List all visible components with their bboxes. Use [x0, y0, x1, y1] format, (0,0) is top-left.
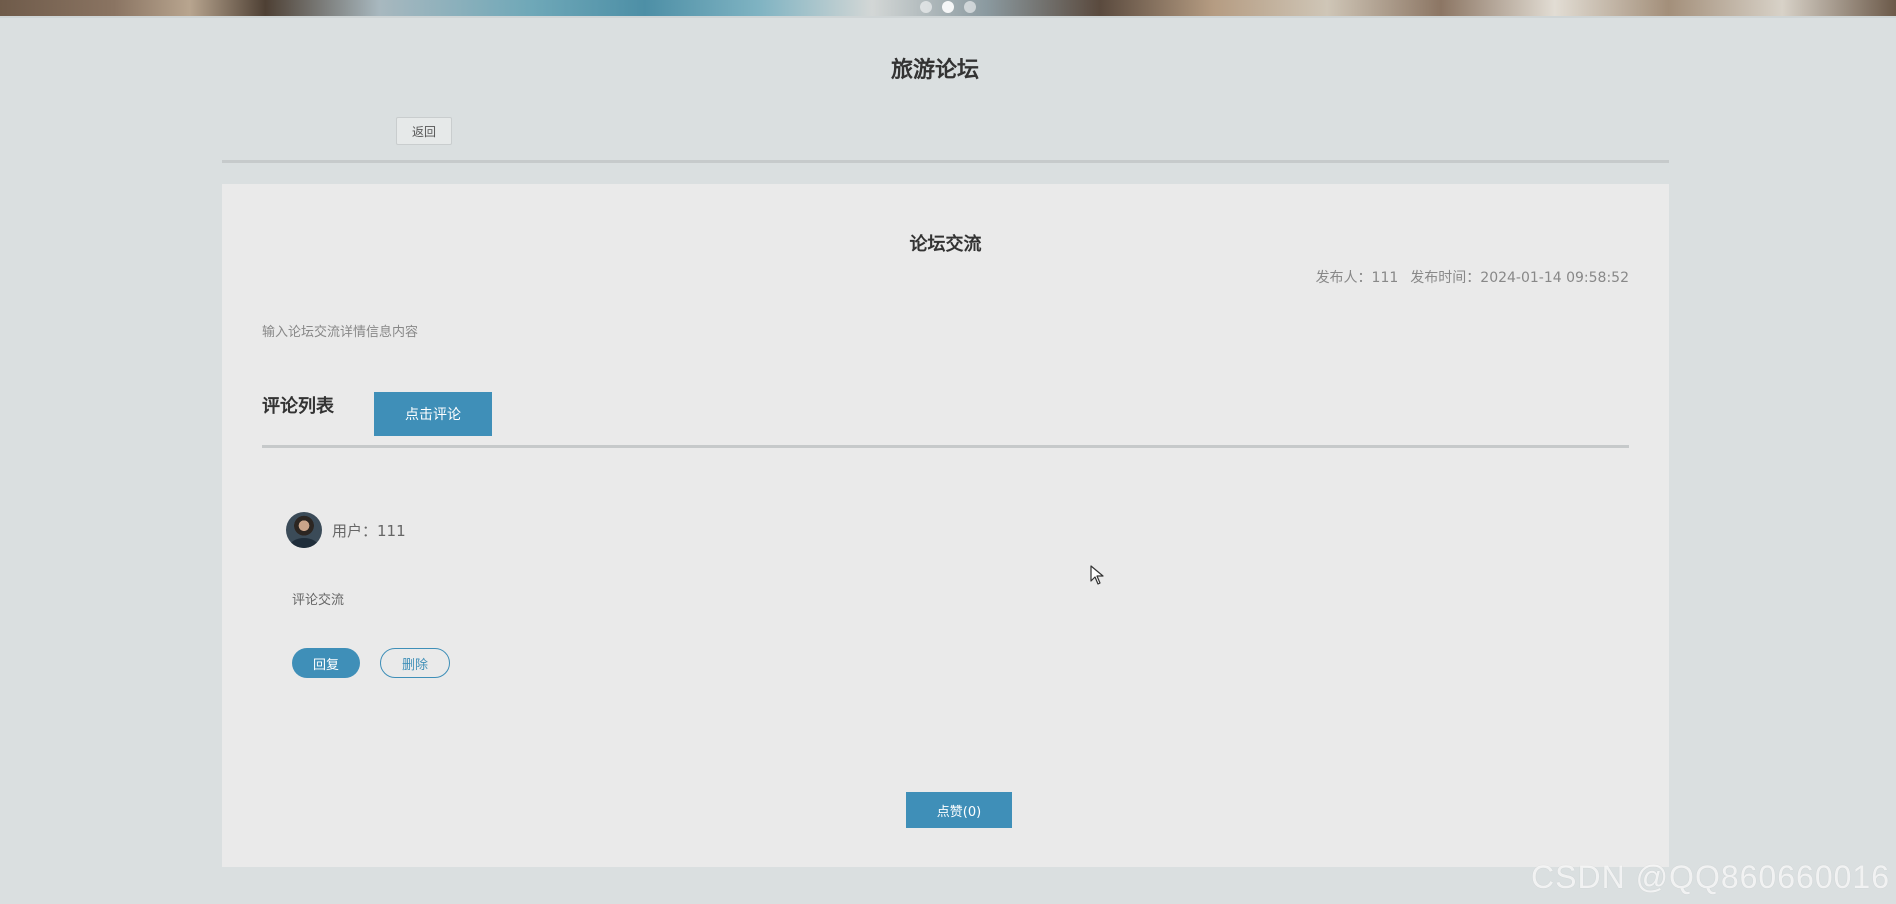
post-author: 发布人：111: [1315, 270, 1399, 286]
post-title: 论坛交流: [909, 234, 982, 255]
banner-carousel-dots[interactable]: [920, 1, 976, 13]
watermark-text: CSDN @QQ860660016: [1531, 859, 1890, 895]
like-button[interactable]: 点赞(0): [906, 792, 1012, 828]
site-title: 旅游论坛: [890, 58, 979, 83]
comments-header: 评论列表: [262, 396, 334, 417]
post-content: 输入论坛交流详情信息内容: [262, 325, 419, 340]
carousel-dot[interactable]: [920, 1, 932, 13]
header-banner-image: [0, 0, 1896, 18]
mouse-pointer-icon: [1090, 565, 1104, 585]
reply-button[interactable]: 回复: [292, 648, 360, 678]
post-time: 发布时间：2024-01-14 09:58:52: [1410, 270, 1629, 286]
carousel-dot-active[interactable]: [942, 1, 954, 13]
header-divider: [222, 160, 1669, 163]
comment-item: 用户：111 评论交流 回复 删除: [286, 512, 1586, 702]
user-avatar: [286, 512, 322, 548]
post-meta: 发布人：111 发布时间：2024-01-14 09:58:52: [1316, 267, 1629, 287]
comment-text: 评论交流: [292, 593, 345, 608]
comments-divider: [262, 445, 1629, 448]
post-detail-card: 论坛交流 发布人：111 发布时间：2024-01-14 09:58:52 输入…: [222, 184, 1669, 867]
avatar-shoulders: [290, 538, 318, 548]
add-comment-button[interactable]: 点击评论: [374, 392, 492, 436]
carousel-dot[interactable]: [964, 1, 976, 13]
delete-button[interactable]: 删除: [380, 648, 450, 678]
comment-user: 用户：111: [332, 522, 406, 540]
back-button[interactable]: 返回: [396, 117, 452, 145]
